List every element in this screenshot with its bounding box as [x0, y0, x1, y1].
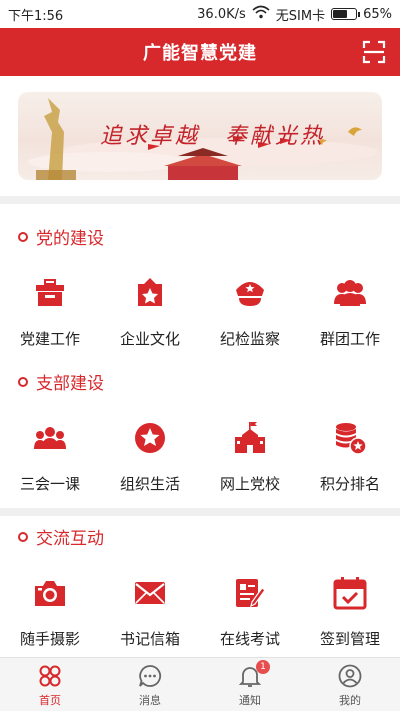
coins-icon: [336, 423, 367, 455]
section-header-branch-building: 支部建设: [18, 369, 104, 394]
menu-item-online-exam[interactable]: 在线考试: [200, 566, 300, 656]
profile-icon: [338, 664, 362, 688]
section-title: 支部建设: [36, 374, 104, 394]
message-icon: [139, 665, 162, 687]
menu-item-label: 纪检监察: [219, 330, 280, 348]
menu-item-points-ranking[interactable]: 积分排名: [300, 411, 400, 501]
status-indicators: 36.0K/s 无SIM卡 65%: [197, 5, 392, 24]
tab-label: 消息: [139, 694, 161, 707]
menu-item-three-meetings[interactable]: 三会一课: [0, 411, 100, 501]
section-header-party-building: 党的建设: [18, 224, 104, 249]
banner-slogan: 追求卓越 奉献光热: [100, 124, 326, 149]
banner-area: 追求卓越 奉献光热: [0, 76, 400, 196]
tab-label: 通知: [239, 694, 261, 707]
banner-carousel[interactable]: 追求卓越 奉献光热: [18, 92, 382, 180]
briefcase-icon: [36, 279, 64, 306]
police-cap-icon: [236, 282, 264, 306]
bottom-tab-bar: 首页 消息 1 通知 我的: [0, 657, 400, 711]
menu-item-mass-organization[interactable]: 群团工作: [300, 266, 400, 356]
section-title: 交流互动: [36, 529, 104, 549]
menu-item-label: 三会一课: [19, 475, 80, 493]
calendar-check-icon: [333, 577, 367, 610]
people-meeting-icon: [34, 427, 66, 449]
section-bullet-icon: [18, 531, 28, 542]
status-time: 下午1:56: [8, 8, 64, 24]
wifi-icon: [252, 5, 270, 23]
menu-item-label: 群团工作: [319, 330, 380, 348]
section-header-communication: 交流互动: [18, 524, 104, 549]
group-icon: [334, 280, 366, 306]
section-title: 党的建设: [36, 229, 104, 249]
menu-item-label: 签到管理: [319, 630, 380, 648]
battery-percent: 65%: [363, 6, 392, 22]
tab-home[interactable]: 首页: [0, 658, 100, 711]
menu-item-label: 党建工作: [19, 330, 80, 348]
menu-item-online-party-school[interactable]: 网上党校: [200, 411, 300, 501]
menu-item-label: 书记信箱: [119, 630, 180, 648]
tab-messages[interactable]: 消息: [100, 658, 200, 711]
status-bar: 下午1:56 36.0K/s 无SIM卡 65%: [0, 0, 400, 28]
battery-icon: [331, 8, 361, 20]
star-badge-icon: [138, 278, 162, 306]
menu-item-label: 企业文化: [119, 330, 180, 348]
menu-item-label: 积分排名: [319, 475, 380, 493]
tab-label: 我的: [339, 694, 361, 707]
menu-item-photography[interactable]: 随手摄影: [0, 566, 100, 656]
menu-item-secretary-mailbox[interactable]: 书记信箱: [100, 566, 200, 656]
menu-item-organization-life[interactable]: 组织生活: [100, 411, 200, 501]
scan-button[interactable]: [362, 40, 386, 64]
divider: [0, 508, 400, 516]
menu-item-label: 组织生活: [119, 475, 180, 493]
menu-item-check-in[interactable]: 签到管理: [300, 566, 400, 656]
menu-item-label: 在线考试: [219, 630, 280, 648]
network-speed: 36.0K/s: [197, 6, 246, 22]
menu-item-label: 网上党校: [219, 475, 280, 493]
grid-row-communication: 随手摄影 书记信箱 在线考试 签到管理: [0, 566, 400, 656]
menu-item-party-work[interactable]: 党建工作: [0, 266, 100, 356]
divider: [0, 196, 400, 204]
camera-icon: [35, 581, 65, 606]
tab-profile[interactable]: 我的: [300, 658, 400, 711]
app-bar: 广能智慧党建: [0, 28, 400, 76]
exam-icon: [236, 579, 266, 608]
section-bullet-icon: [18, 231, 28, 242]
scan-icon: [362, 40, 386, 64]
school-icon: [235, 422, 265, 453]
page-title: 广能智慧党建: [143, 43, 257, 64]
grid-row-branch-building: 三会一课 组织生活 网上党校 积分排名: [0, 411, 400, 501]
menu-item-label: 随手摄影: [19, 630, 80, 648]
envelope-icon: [135, 582, 165, 604]
notification-badge: 1: [256, 660, 270, 674]
tab-notifications[interactable]: 1 通知: [200, 658, 300, 711]
sim-status: 无SIM卡: [275, 8, 326, 24]
menu-item-corporate-culture[interactable]: 企业文化: [100, 266, 200, 356]
menu-item-discipline-inspection[interactable]: 纪检监察: [200, 266, 300, 356]
grid-row-party-building: 党建工作 企业文化 纪检监察 群团工作: [0, 266, 400, 356]
tab-label: 首页: [39, 694, 61, 707]
home-clover-icon: [39, 665, 61, 687]
section-bullet-icon: [18, 376, 28, 387]
star-circle-icon: [135, 423, 165, 453]
